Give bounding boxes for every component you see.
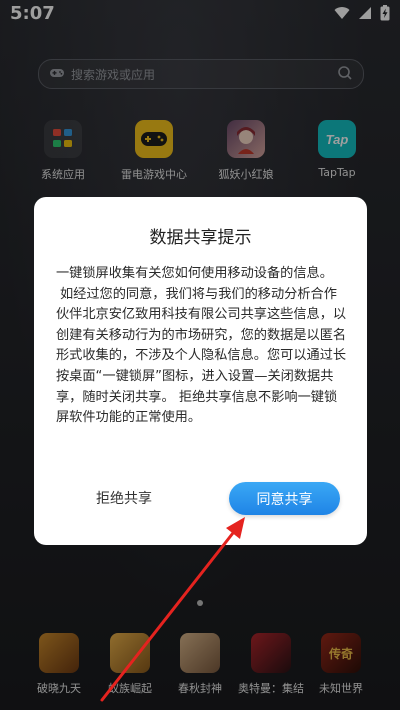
annotation-arrow <box>100 517 245 702</box>
